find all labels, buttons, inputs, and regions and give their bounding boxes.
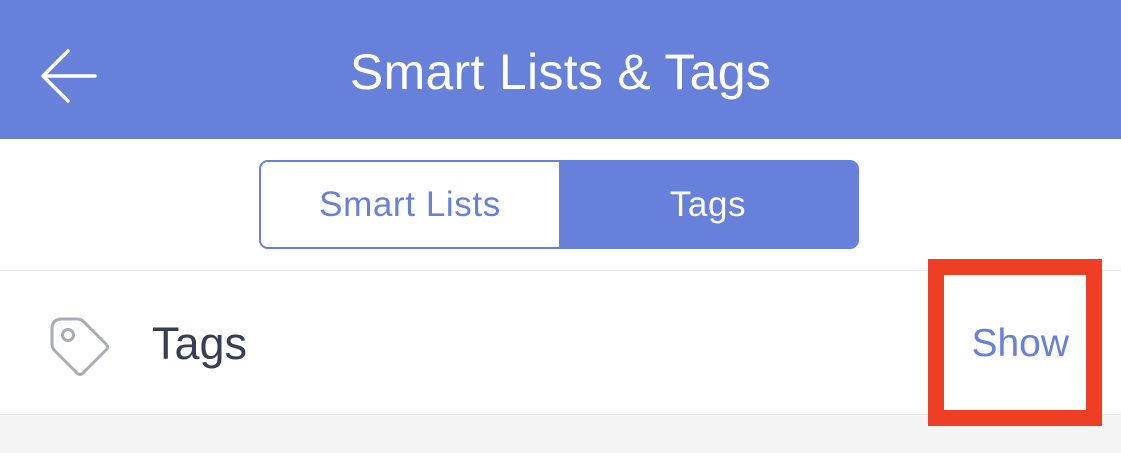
tags-row[interactable]: Tags Show [0,271,1121,415]
segment-area: Smart Lists Tags [0,139,1121,271]
nav-bar: Smart Lists & Tags [0,0,1121,139]
show-button[interactable]: Show [971,271,1069,414]
segmented-control: Smart Lists Tags [259,160,859,249]
empty-list-area [0,415,1121,453]
page-title: Smart Lists & Tags [349,44,772,100]
tags-row-label: Tags [152,318,248,369]
tab-smart-lists[interactable]: Smart Lists [261,162,559,247]
tab-tags[interactable]: Tags [559,162,857,247]
tag-icon [50,317,109,376]
